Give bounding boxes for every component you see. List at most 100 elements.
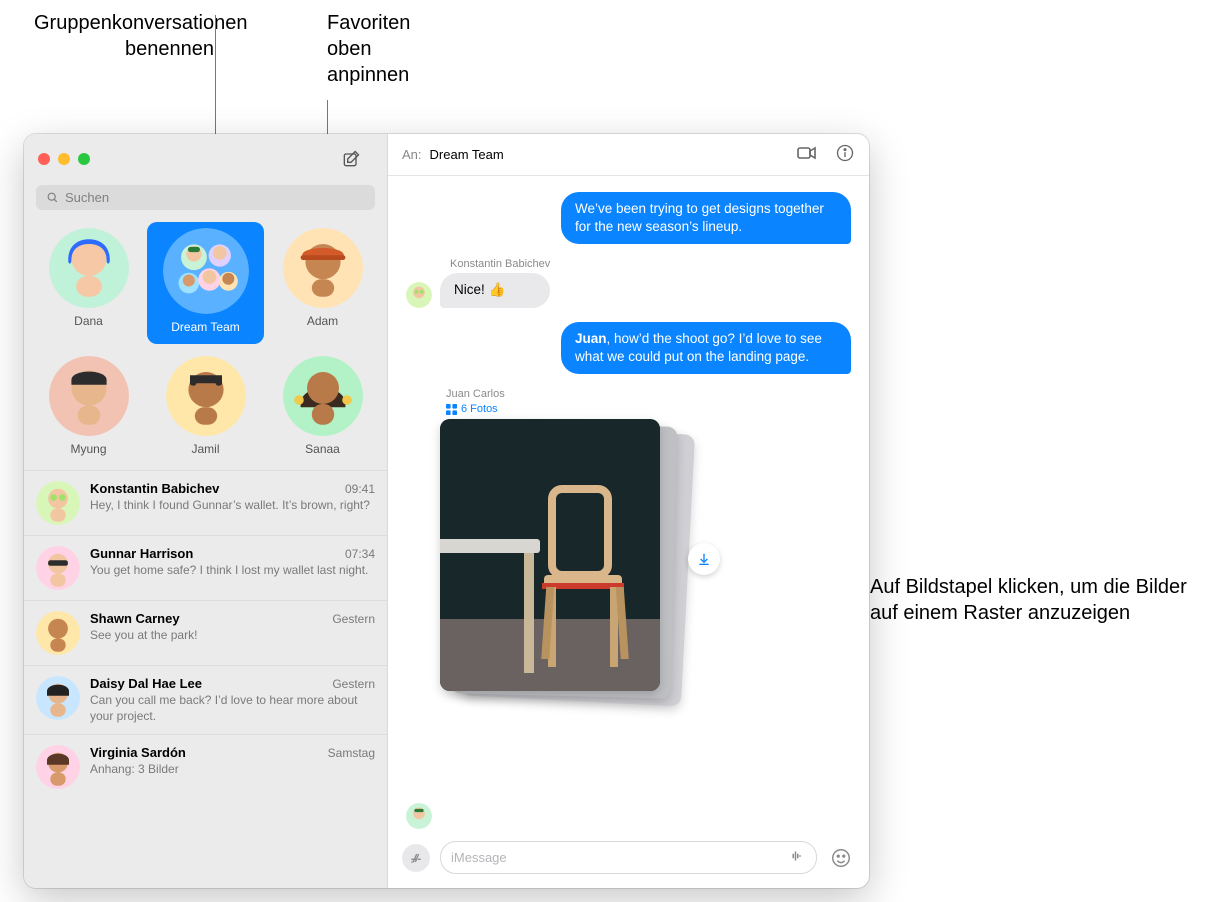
message-in-photos: Juan Carlos 6 Fotos: [406, 388, 851, 705]
appstore-icon: [408, 850, 424, 866]
group-avatar: [163, 228, 249, 314]
message-in: Konstantin Babichev Nice! 👍: [406, 258, 851, 307]
photo-icon: [440, 419, 660, 691]
pinned-dream-team[interactable]: Dream Team: [147, 222, 264, 344]
conv-preview: Anhang: 3 Bilder: [90, 762, 375, 778]
message-out: Juan, how’d the shoot go? I’d love to se…: [406, 322, 851, 374]
facetime-button[interactable]: [795, 141, 819, 168]
memoji-icon: [49, 228, 129, 308]
avatar: [36, 481, 80, 525]
conv-name: Konstantin Babichev: [90, 481, 219, 496]
smile-icon: [830, 847, 852, 869]
avatar: [49, 228, 129, 308]
download-button[interactable]: [688, 543, 720, 575]
avatar: [36, 546, 80, 590]
avatar: [166, 356, 246, 436]
pinned-sanaa[interactable]: Sanaa: [264, 350, 381, 466]
stage: Gruppenkonversationen benennen Favoriten…: [0, 0, 1208, 902]
conv-time: Samstag: [328, 746, 375, 760]
pinned-conversations: Dana Dream Team: [24, 218, 387, 470]
chat-header: An: Dream Team: [388, 134, 869, 176]
callout-name-groups: Gruppenkonversationen benennen: [34, 10, 214, 62]
photo-stack-label[interactable]: 6 Fotos: [446, 403, 851, 415]
conv-time: Gestern: [332, 677, 375, 691]
message-bubble[interactable]: We’ve been trying to get designs togethe…: [561, 192, 851, 244]
search-placeholder: Suchen: [65, 190, 109, 205]
conv-name: Daisy Dal Hae Lee: [90, 676, 202, 691]
avatar: [283, 228, 363, 308]
video-icon: [795, 141, 819, 165]
pinned-adam[interactable]: Adam: [264, 222, 381, 344]
sender-label: Juan Carlos: [446, 388, 851, 400]
search-input[interactable]: Suchen: [36, 185, 375, 210]
memoji-icon: [166, 356, 246, 436]
photo-stack[interactable]: [440, 419, 680, 705]
message-bubble[interactable]: Juan, how’d the shoot go? I’d love to se…: [561, 322, 851, 374]
pin-label: Jamil: [191, 442, 219, 456]
close-window-button[interactable]: [38, 153, 50, 165]
photo-count-label: 6 Fotos: [461, 403, 498, 415]
pinned-jamil[interactable]: Jamil: [147, 350, 264, 466]
group-memoji-icon: [163, 228, 249, 314]
list-item[interactable]: Shawn CarneyGestern See you at the park!: [24, 601, 387, 666]
message-text: , how’d the shoot go? I’d love to see wh…: [575, 331, 822, 364]
message-input[interactable]: iMessage: [440, 841, 817, 874]
chat-pane: An: Dream Team We’ve been trying to get …: [388, 134, 869, 888]
messages-window: Suchen Dana: [24, 134, 869, 888]
to-field[interactable]: Dream Team: [430, 147, 504, 162]
pinned-myung[interactable]: Myung: [30, 350, 147, 466]
conv-time: Gestern: [332, 612, 375, 626]
memoji-icon: [283, 356, 363, 436]
conv-name: Gunnar Harrison: [90, 546, 193, 561]
emoji-button[interactable]: [827, 844, 855, 872]
grid-icon: [446, 404, 457, 415]
avatar: [283, 356, 363, 436]
compose-button[interactable]: [339, 147, 363, 171]
minimize-window-button[interactable]: [58, 153, 70, 165]
conv-preview: See you at the park!: [90, 628, 375, 644]
conv-preview: Can you call me back? I’d love to hear m…: [90, 693, 375, 724]
list-item[interactable]: Daisy Dal Hae Lee Gestern Can you call me…: [24, 666, 387, 735]
avatar: [49, 356, 129, 436]
fullscreen-window-button[interactable]: [78, 153, 90, 165]
sender-avatar-bottom: [406, 803, 432, 829]
conv-time: 07:34: [345, 547, 375, 561]
callout-image-stack: Auf Bildstapel klicken, um die Bilder au…: [870, 574, 1190, 626]
input-placeholder: iMessage: [451, 850, 507, 865]
conv-preview: You get home safe? I think I lost my wal…: [90, 563, 375, 579]
sender-label: Konstantin Babichev: [450, 258, 550, 270]
pinned-dana[interactable]: Dana: [30, 222, 147, 344]
conversation-list: Konstantin Babichev 09:41 Hey, I think I …: [24, 470, 387, 888]
apps-button[interactable]: [402, 844, 430, 872]
message-bubble[interactable]: Nice! 👍: [440, 273, 550, 307]
details-button[interactable]: [835, 143, 855, 166]
pin-label: Dream Team: [171, 320, 239, 334]
pin-label: Myung: [70, 442, 106, 456]
mention: Juan: [575, 331, 607, 346]
to-label: An:: [402, 147, 422, 162]
waveform-icon: [788, 847, 806, 865]
avatar: [406, 282, 432, 308]
list-item[interactable]: Gunnar Harrison 07:34 You get home safe? …: [24, 536, 387, 601]
message-out: We’ve been trying to get designs togethe…: [406, 192, 851, 244]
window-controls: [24, 134, 387, 181]
callout-pin-favorites: Favoriten oben anpinnen: [327, 10, 447, 88]
pin-label: Adam: [307, 314, 338, 328]
conv-preview: Hey, I think I found Gunnar’s wallet. It…: [90, 498, 375, 514]
list-item[interactable]: Virginia Sardón Samstag Anhang: 3 Bilder: [24, 735, 387, 799]
photo-thumb: [440, 419, 660, 691]
avatar: [36, 611, 80, 655]
conv-time: 09:41: [345, 482, 375, 496]
search-icon: [46, 191, 59, 204]
dictation-button[interactable]: [788, 847, 806, 868]
pin-label: Dana: [74, 314, 103, 328]
download-icon: [696, 551, 712, 567]
list-item[interactable]: Konstantin Babichev 09:41 Hey, I think I …: [24, 470, 387, 536]
info-icon: [835, 143, 855, 163]
memoji-icon: [49, 356, 129, 436]
memoji-icon: [283, 228, 363, 308]
avatar: [36, 676, 80, 720]
memoji-icon: [406, 803, 432, 829]
conv-name: Virginia Sardón: [90, 745, 186, 760]
sidebar: Suchen Dana: [24, 134, 388, 888]
